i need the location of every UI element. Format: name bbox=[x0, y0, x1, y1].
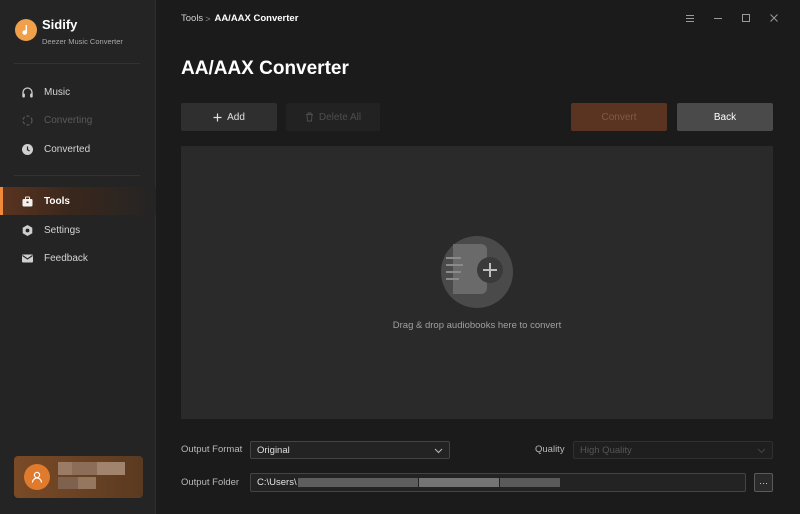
output-format-value: Original bbox=[257, 444, 290, 456]
minimize-icon[interactable] bbox=[712, 12, 724, 24]
user-account-card[interactable] bbox=[14, 456, 143, 498]
sidebar-item-feedback[interactable]: Feedback bbox=[0, 244, 156, 272]
main-panel: Tools > AA/AAX Converter AA/AAX Converte… bbox=[157, 0, 800, 514]
sidebar-divider bbox=[14, 175, 140, 176]
sidebar-item-tools[interactable]: Tools bbox=[0, 187, 156, 215]
output-format-label: Output Format bbox=[181, 444, 243, 455]
add-button-label: Add bbox=[227, 111, 245, 123]
redacted-path-segment bbox=[499, 478, 560, 487]
sidebar-item-converting: Converting bbox=[0, 106, 156, 134]
close-icon[interactable] bbox=[768, 12, 780, 24]
avatar bbox=[24, 464, 50, 490]
drop-zone-hint: Drag & drop audiobooks here to convert bbox=[392, 320, 562, 331]
sidebar-item-label: Settings bbox=[44, 224, 81, 236]
sidebar-item-label: Tools bbox=[44, 195, 70, 207]
back-button-label: Back bbox=[713, 111, 737, 123]
sidebar-item-settings[interactable]: Settings bbox=[0, 216, 156, 244]
sidebar-item-converted[interactable]: Converted bbox=[0, 135, 156, 163]
redacted-path-segment bbox=[297, 478, 418, 487]
redacted-username-block bbox=[72, 462, 97, 475]
sidebar-item-music[interactable]: Music bbox=[0, 78, 156, 106]
output-folder-field[interactable]: C:\Users\ bbox=[250, 473, 746, 492]
redacted-email-block bbox=[78, 477, 96, 489]
browse-folder-button[interactable]: ··· bbox=[754, 473, 773, 492]
user-icon bbox=[31, 471, 43, 483]
clock-icon bbox=[21, 143, 34, 156]
breadcrumb: Tools > AA/AAX Converter bbox=[181, 13, 298, 24]
spinner-icon bbox=[21, 114, 34, 127]
gear-icon bbox=[21, 224, 34, 237]
delete-all-button: Delete All bbox=[286, 103, 380, 131]
redacted-username-block bbox=[58, 462, 72, 475]
page-title: AA/AAX Converter bbox=[181, 58, 349, 79]
ellipsis-icon: ··· bbox=[759, 477, 768, 488]
window-controls bbox=[684, 12, 780, 24]
sidebar-item-label: Feedback bbox=[44, 252, 88, 264]
sidebar-divider bbox=[14, 63, 140, 64]
convert-button: Convert bbox=[571, 103, 667, 131]
chevron-down-icon bbox=[757, 446, 766, 458]
envelope-icon bbox=[21, 252, 34, 265]
output-format-select[interactable]: Original bbox=[250, 441, 450, 459]
add-button[interactable]: Add bbox=[181, 103, 277, 131]
redacted-username-block bbox=[97, 462, 125, 475]
convert-button-label: Convert bbox=[601, 111, 637, 123]
app-name: Sidify bbox=[42, 17, 78, 32]
audiobook-drop-zone[interactable]: Drag & drop audiobooks here to convert bbox=[181, 146, 773, 419]
sidebar-item-label: Music bbox=[44, 86, 71, 98]
sidebar: Sidify Deezer Music Converter Music Conv… bbox=[0, 0, 156, 514]
sidebar-item-label: Converting bbox=[44, 114, 93, 126]
plus-icon bbox=[213, 113, 222, 122]
breadcrumb-root[interactable]: Tools bbox=[181, 13, 203, 24]
breadcrumb-current: AA/AAX Converter bbox=[214, 13, 299, 24]
breadcrumb-separator: > bbox=[205, 13, 211, 24]
menu-icon[interactable] bbox=[684, 12, 696, 24]
output-folder-value: C:\Users\ bbox=[257, 477, 297, 488]
back-button[interactable]: Back bbox=[677, 103, 773, 131]
quality-select: High Quality bbox=[573, 441, 773, 459]
audiobook-add-icon bbox=[441, 236, 513, 308]
sidebar-item-label: Converted bbox=[44, 143, 91, 155]
redacted-path-segment bbox=[418, 478, 499, 487]
quality-value: High Quality bbox=[580, 444, 632, 456]
maximize-icon[interactable] bbox=[740, 12, 752, 24]
quality-label: Quality bbox=[535, 444, 565, 455]
redacted-email-block bbox=[58, 477, 78, 489]
delete-all-label: Delete All bbox=[318, 111, 362, 123]
headphones-icon bbox=[21, 86, 34, 99]
toolbox-icon bbox=[21, 195, 34, 208]
chevron-down-icon bbox=[434, 446, 443, 458]
app-logo-icon bbox=[15, 19, 37, 41]
trash-icon bbox=[305, 112, 314, 122]
app-subtitle: Deezer Music Converter bbox=[42, 37, 123, 46]
output-folder-label: Output Folder bbox=[181, 477, 240, 488]
